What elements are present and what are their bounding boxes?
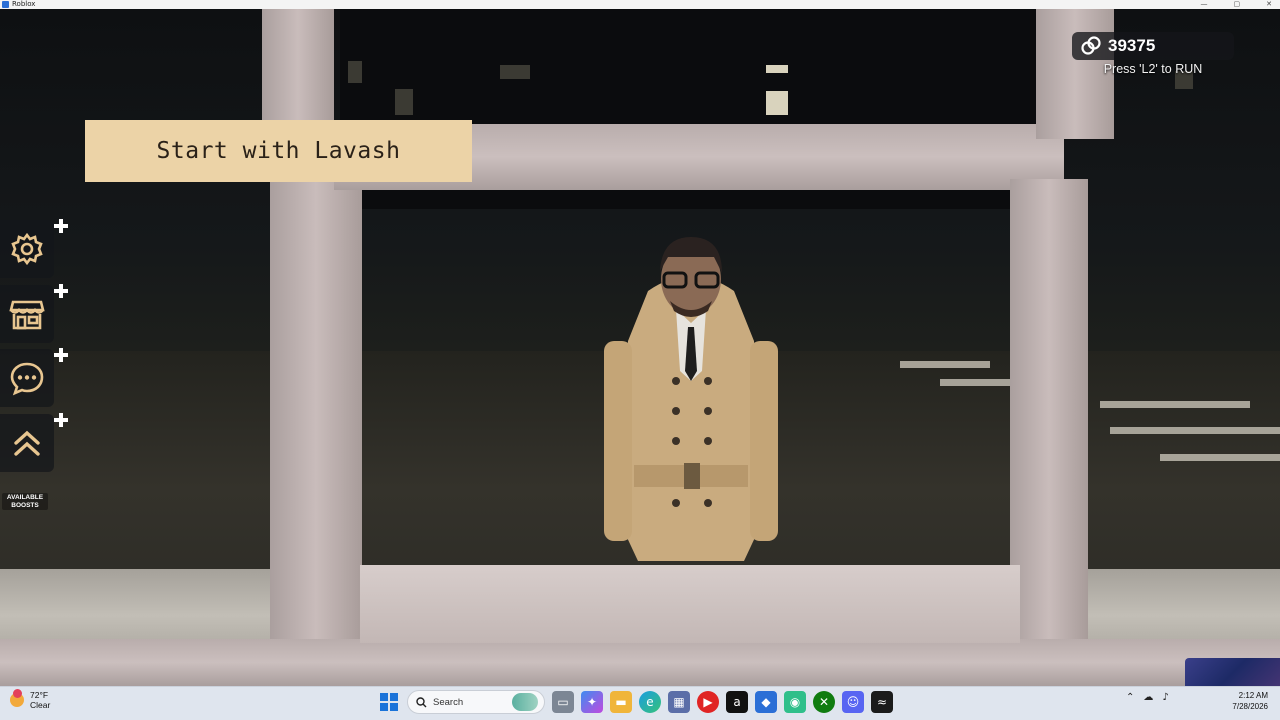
crosswalk-stripe [1100, 401, 1250, 408]
weather-temp: 72°F [30, 690, 49, 700]
chat-button[interactable] [0, 349, 54, 407]
crosswalk-stripe [1160, 454, 1280, 461]
game-viewport[interactable]: Start with Lavash 39375 Press 'L2' to RU… [0, 9, 1280, 686]
window-controls: — ▢ ✕ [1201, 0, 1273, 9]
youtube-icon[interactable]: ▶ [697, 691, 719, 713]
settings-button[interactable] [0, 220, 54, 278]
currency-counter: 39375 [1072, 32, 1234, 60]
link-chain-icon [1081, 36, 1101, 55]
objective-text: Start with Lavash [156, 138, 401, 164]
crosswalk-stripe [1110, 427, 1280, 434]
microphone-icon[interactable]: ♪ [1162, 692, 1168, 703]
shop-button[interactable] [0, 285, 54, 343]
gear-icon [11, 232, 43, 266]
file-explorer-icon[interactable]: ▬ [610, 691, 632, 713]
objective-banner: Start with Lavash [85, 120, 472, 182]
taskbar: 72°F Clear Search ▭ ✦ ▬ e ▦ ▶ a ◆ ◉ ✕ ☺ … [0, 686, 1280, 720]
chevron-up-icon[interactable]: ⌃ [1126, 692, 1134, 703]
plus-icon [54, 284, 68, 298]
minimize-button[interactable]: — [1201, 0, 1208, 9]
cloud-icon[interactable]: ☁ [1143, 692, 1153, 703]
weather-condition: Clear [30, 700, 51, 710]
frame-sill [360, 565, 1020, 643]
frame-post-left [270, 179, 362, 659]
maximize-button[interactable]: ▢ [1234, 0, 1241, 9]
run-hint: Press 'L2' to RUN [1103, 62, 1203, 76]
edge-browser-icon[interactable]: e [639, 691, 661, 713]
shop-icon [9, 300, 45, 330]
currency-value: 39375 [1108, 36, 1156, 55]
building-window [766, 91, 788, 115]
store-icon[interactable]: ▦ [668, 691, 690, 713]
building-window [766, 65, 788, 73]
roblox-taskbar-icon[interactable]: ◆ [755, 691, 777, 713]
xbox-icon[interactable]: ✕ [813, 691, 835, 713]
clock-date: 7/28/2026 [1232, 702, 1268, 711]
discord-icon[interactable]: ☺ [842, 691, 864, 713]
building-window [348, 61, 362, 83]
weather-widget[interactable]: 72°F Clear [10, 689, 51, 710]
search-icon [416, 696, 427, 707]
plus-icon [54, 219, 68, 233]
window-titlebar: Roblox — ▢ ✕ [0, 0, 1280, 9]
roblox-app-icon [2, 1, 9, 8]
chat-bubble-icon [10, 362, 44, 396]
start-button[interactable] [378, 691, 400, 713]
building-window [395, 89, 413, 115]
available-boosts-label: AVAILABLE BOOSTS [2, 493, 48, 510]
system-clock[interactable]: 2:12 AM 7/28/2026 [1232, 690, 1268, 712]
task-view-icon[interactable]: ▭ [552, 691, 574, 713]
clock-time: 2:12 AM [1238, 691, 1268, 700]
plus-icon [54, 413, 68, 427]
amazon-icon[interactable]: a [726, 691, 748, 713]
windows-logo-icon [380, 693, 398, 711]
search-highlight-image [512, 693, 538, 711]
building-window [500, 65, 530, 79]
player-character[interactable] [598, 231, 784, 571]
plus-icon [54, 348, 68, 362]
game-app-icon[interactable]: ◉ [784, 691, 806, 713]
frame-post-right [1010, 179, 1088, 639]
boosts-button[interactable] [0, 414, 54, 472]
close-button[interactable]: ✕ [1266, 0, 1272, 9]
window-title: Roblox [12, 0, 36, 8]
crosswalk-stripe [900, 361, 990, 368]
search-label: Search [433, 696, 464, 708]
system-tray: ⌃ ☁ ♪ [1126, 692, 1169, 703]
taskbar-search[interactable]: Search [407, 690, 545, 714]
copilot-icon[interactable]: ✦ [581, 691, 603, 713]
stream-app-icon[interactable]: ≈ [871, 691, 893, 713]
frame-bottom-rail [0, 639, 1280, 686]
taskbar-apps: Search ▭ ✦ ▬ e ▦ ▶ a ◆ ◉ ✕ ☺ ≈ [378, 690, 893, 714]
double-chevron-up-icon [14, 430, 40, 456]
weather-sun-icon [10, 689, 24, 707]
